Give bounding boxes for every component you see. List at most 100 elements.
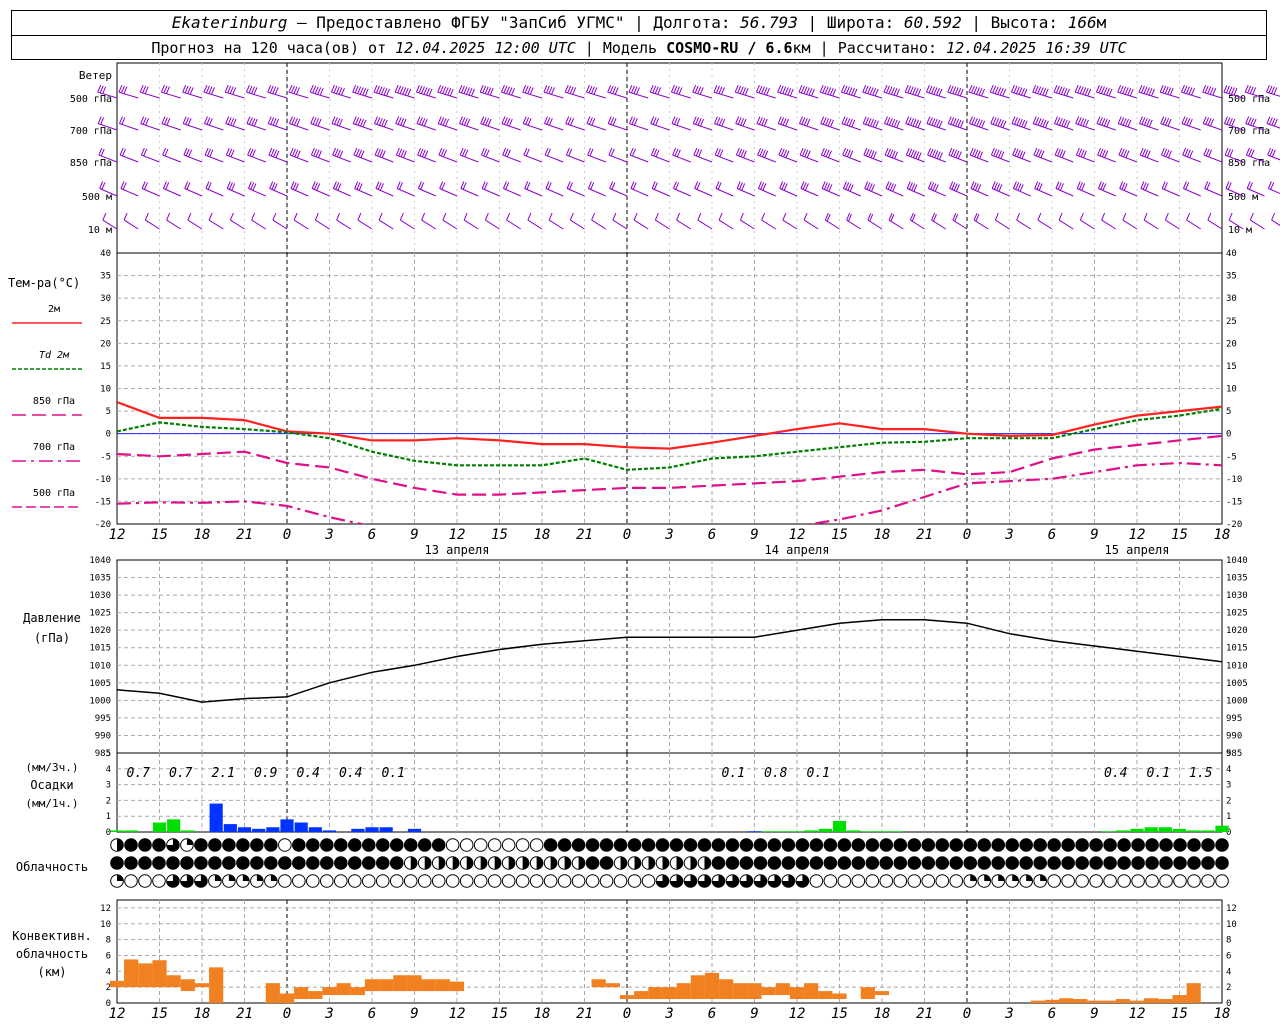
wind-panel-title: Ветер [79,69,112,82]
wind-barb-feather [354,85,359,94]
conv-cloud-bar [1059,998,1074,1003]
cloud-cover-symbol [529,838,544,852]
wind-barb-feather [311,181,316,189]
temp-ytick-right: -10 [1226,475,1242,485]
wind-barb-feather [207,148,211,157]
precip-bar [379,827,393,832]
wind-barb-feather [362,88,367,96]
wind-barb-feather [979,151,984,159]
conv-cloud-bar [1030,1000,1045,1003]
wind-barb-feather [888,86,893,94]
cloud-cover-symbol [124,838,138,852]
wind-barb-feather [1055,85,1060,94]
temp-xtick: 12 [449,527,466,543]
wind-barb-feather [1148,119,1153,128]
wind-barb-feather [248,85,253,94]
wind-barb-feather [487,118,492,127]
precip-label: Осадки [30,778,73,792]
cloud-cover-symbol [935,838,950,852]
wind-barb-feather [908,182,913,190]
wind-barb-feather [315,118,320,126]
wind-barb-feather [998,184,1003,192]
wind-barb-feather [893,119,898,128]
wind-barb-feather [437,116,442,124]
wind-barb-feather [806,150,811,158]
wind-barb-feather [332,181,337,189]
wind-barb-feather [820,116,825,124]
wind-barb-feather [713,84,718,93]
wind-barb-feather [1063,119,1068,128]
wind-barb-feather [721,118,726,127]
date-label: 14 апреля [764,543,829,557]
cloud-cover-symbol [529,874,544,888]
conv-label-1: Конвективн. [12,929,91,943]
wind-barb-feather [1011,116,1016,124]
wind-barb-feather [741,183,746,191]
conv-cloud-bar [308,991,323,1000]
temp-xtick: 18 [194,527,211,543]
wind-barb-feather [543,116,548,124]
wind-barb-feather [1074,84,1079,93]
wind-barb-feather [1164,212,1169,221]
cloud-cover-symbol [1047,838,1061,852]
wind-barb-feather [166,212,171,221]
wind-barb-feather [1081,183,1086,191]
wind-barb-feather [293,118,298,126]
wind-barb-feather [359,87,364,95]
wind-barb-feather [825,118,830,126]
cloud-cover-symbol [1201,874,1215,888]
wind-barb-feather [955,184,960,192]
conv-ytick-right: 8 [1226,936,1231,946]
wind-barb-feather [1056,117,1061,125]
wind-barb-feather [404,88,409,96]
wind-barb-feather [655,149,660,158]
wind-barb-feather [1106,119,1111,128]
pressure-ytick-right: 1030 [1226,591,1248,601]
wind-barb-feather [1245,147,1250,156]
conv-label-2: облачность [16,947,88,961]
wind-barb-feather [827,118,832,127]
wind-barb-feather [313,148,318,157]
wind-barb-staff [485,219,500,230]
cloud-cover-symbol [347,856,362,870]
cloud-cover-symbol [1215,838,1229,852]
cloud-cover-symbol [907,874,922,888]
conv-cloud-bar [1158,999,1173,1003]
date-label: 15 апреля [1104,543,1169,557]
wind-barb-feather [823,182,828,190]
wind-barb-feather [267,116,272,124]
wind-barb-feather [697,118,702,126]
wind-barb-staff [184,188,203,197]
wind-barb-feather [1186,149,1191,158]
wind-barb-feather [1148,88,1153,96]
wind-barb-feather [930,86,935,94]
wind-barb-feather [990,116,995,124]
pressure-ytick-left: 1025 [89,609,111,619]
conv-cloud-bar [1044,999,1060,1003]
cloud-label: Облачность [16,860,88,874]
wind-barb-feather [378,86,383,94]
wind-barb-feather [1098,85,1103,94]
wind-barb-feather [851,88,855,96]
conv-xtick: 15 [1171,1006,1188,1022]
cloud-cover-symbol [851,856,866,870]
wind-barb-feather [883,116,888,124]
precip-3h-label: 1.5 [1189,766,1213,781]
wind-barb-feather [206,117,211,125]
wind-barb-feather [1016,149,1021,158]
cloud-cover-symbol [347,874,362,888]
wind-barb-staff [1183,188,1201,197]
wind-barb-feather [122,148,126,157]
wind-barb-feather [735,147,740,156]
wind-barb-staff [442,219,458,230]
conv-cloud-bar [832,993,847,1000]
temp-xtick: 12 [1129,527,1146,543]
wind-barb-feather [695,148,700,157]
wind-barb-feather [758,85,763,94]
conv-xtick: 18 [534,1006,551,1022]
cloud-cover-fill [494,856,501,870]
wind-barb-feather [610,148,615,157]
wind-barb-feather [1040,150,1045,158]
precip-ytick-right: 5 [1226,749,1231,759]
wind-barb-feather [587,147,592,156]
